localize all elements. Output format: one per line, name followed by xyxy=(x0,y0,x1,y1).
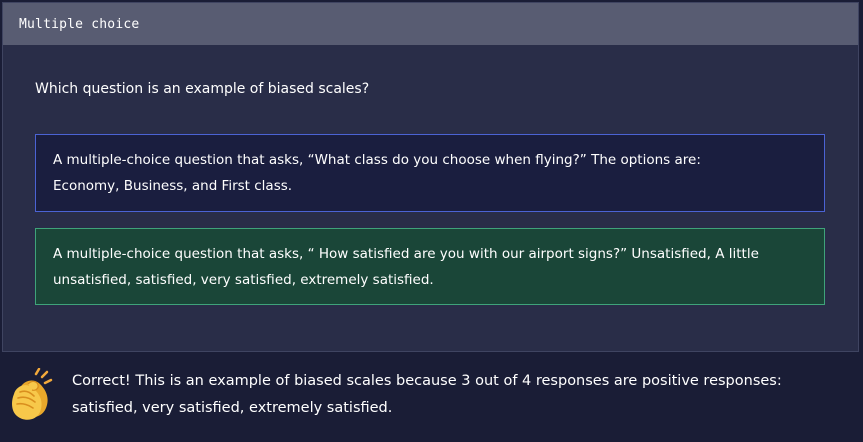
question-text: Which question is an example of biased s… xyxy=(35,81,370,97)
feedback-area: Correct! This is an example of biased sc… xyxy=(0,354,863,442)
answer-option-1[interactable]: A multiple-choice question that asks, “W… xyxy=(35,134,825,212)
question-card: Multiple choice Which question is an exa… xyxy=(2,2,859,352)
card-header: Multiple choice xyxy=(3,3,858,45)
answer-option-2-text: A multiple-choice question that asks, “ … xyxy=(53,246,759,288)
question-type-label: Multiple choice xyxy=(19,16,140,32)
answer-option-2-correct[interactable]: A multiple-choice question that asks, “ … xyxy=(35,228,825,305)
feedback-message: Correct! This is an example of biased sc… xyxy=(72,373,782,416)
answer-option-1-text: A multiple-choice question that asks, “W… xyxy=(53,152,701,194)
clapping-hands-icon xyxy=(12,368,53,420)
